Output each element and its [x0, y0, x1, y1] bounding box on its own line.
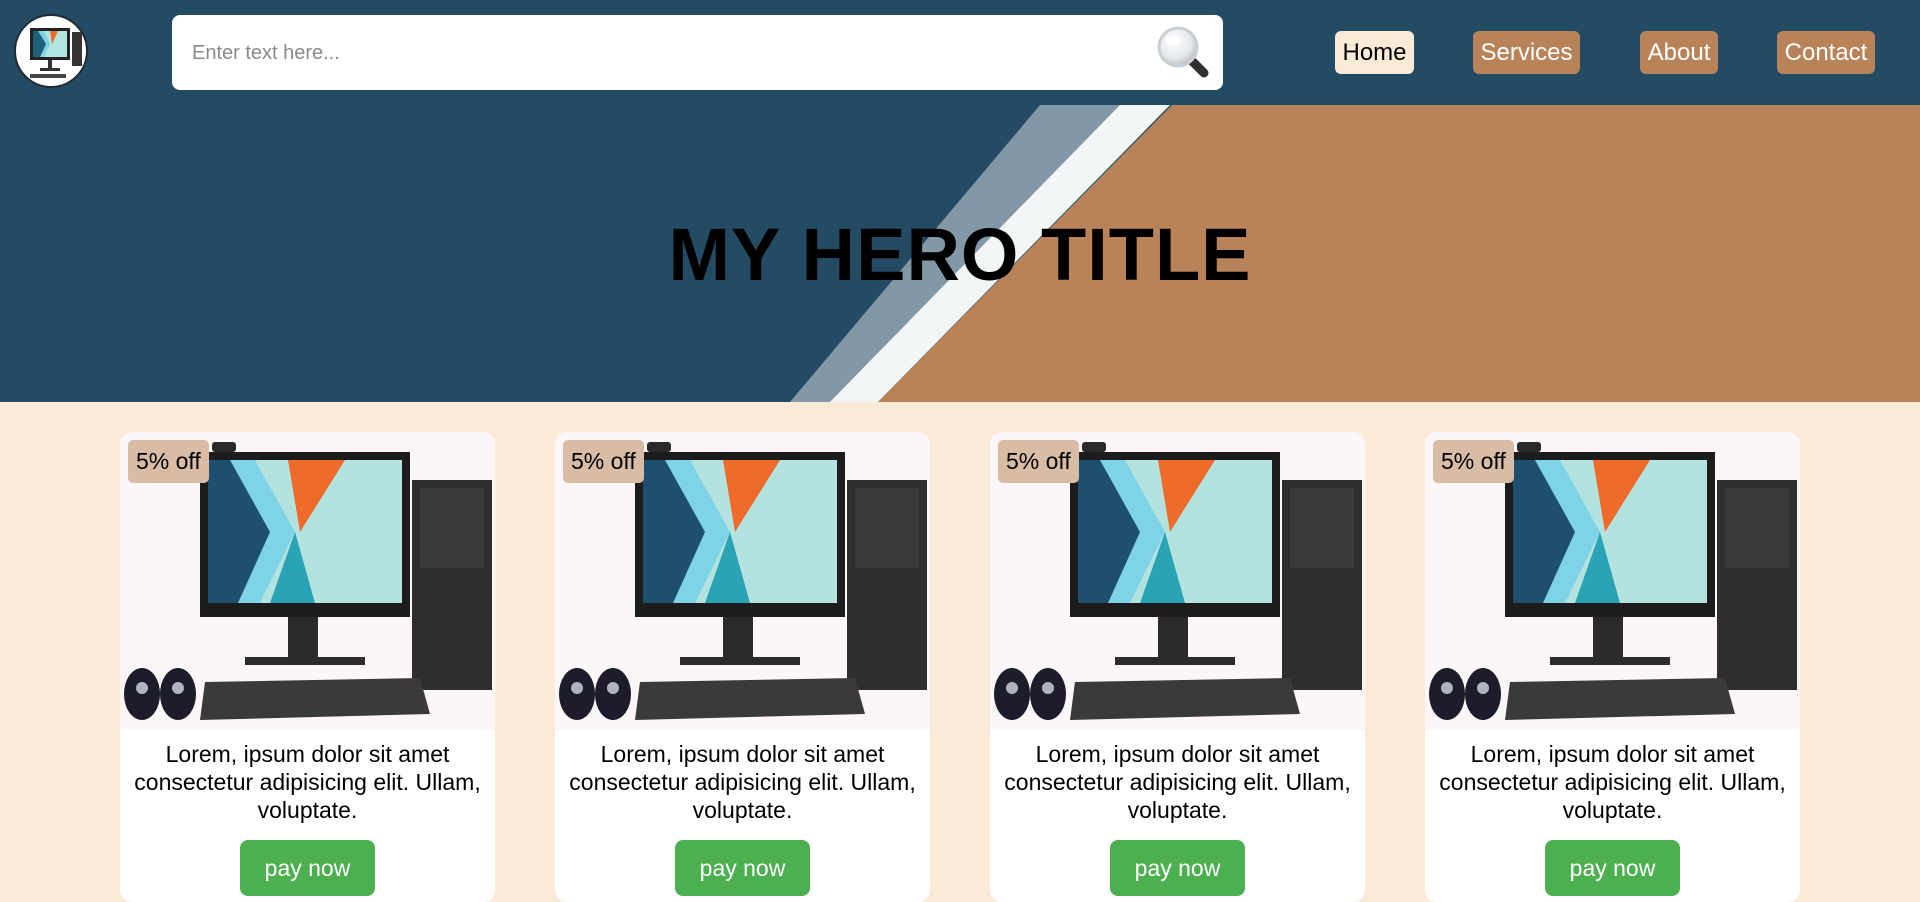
- search-bar: [172, 15, 1223, 92]
- search-input[interactable]: [190, 15, 1114, 92]
- magnifier-icon[interactable]: [1152, 23, 1214, 83]
- product-card: 5% off Lorem, ipsum dolor sit amet conse…: [1425, 432, 1800, 902]
- nav-contact[interactable]: Contact: [1777, 31, 1875, 74]
- nav-home[interactable]: Home: [1335, 31, 1414, 74]
- site-header: Home Services About Contact: [0, 0, 1920, 105]
- product-card: 5% off Lorem, ipsum dolor sit amet conse…: [120, 432, 495, 902]
- discount-badge: 5% off: [128, 440, 209, 483]
- discount-badge: 5% off: [998, 440, 1079, 483]
- product-description: Lorem, ipsum dolor sit amet consectetur …: [1004, 741, 1351, 823]
- hero-banner: MY HERO TITLE: [0, 105, 1920, 402]
- nav-services[interactable]: Services: [1473, 31, 1580, 74]
- discount-badge: 5% off: [1433, 440, 1514, 483]
- product-card: 5% off Lorem, ipsum dolor sit amet conse…: [990, 432, 1365, 902]
- pay-now-button[interactable]: pay now: [1110, 840, 1245, 896]
- product-description: Lorem, ipsum dolor sit amet consectetur …: [1439, 741, 1786, 823]
- product-description: Lorem, ipsum dolor sit amet consectetur …: [134, 741, 481, 823]
- product-card: 5% off Lorem, ipsum dolor sit amet conse…: [555, 432, 930, 902]
- discount-badge: 5% off: [563, 440, 644, 483]
- nav-about[interactable]: About: [1640, 31, 1718, 74]
- pay-now-button[interactable]: pay now: [240, 840, 375, 896]
- pay-now-button[interactable]: pay now: [675, 840, 810, 896]
- pay-now-button[interactable]: pay now: [1545, 840, 1680, 896]
- hero-title: MY HERO TITLE: [668, 213, 1252, 296]
- product-description: Lorem, ipsum dolor sit amet consectetur …: [569, 741, 916, 823]
- logo-icon[interactable]: [14, 14, 88, 88]
